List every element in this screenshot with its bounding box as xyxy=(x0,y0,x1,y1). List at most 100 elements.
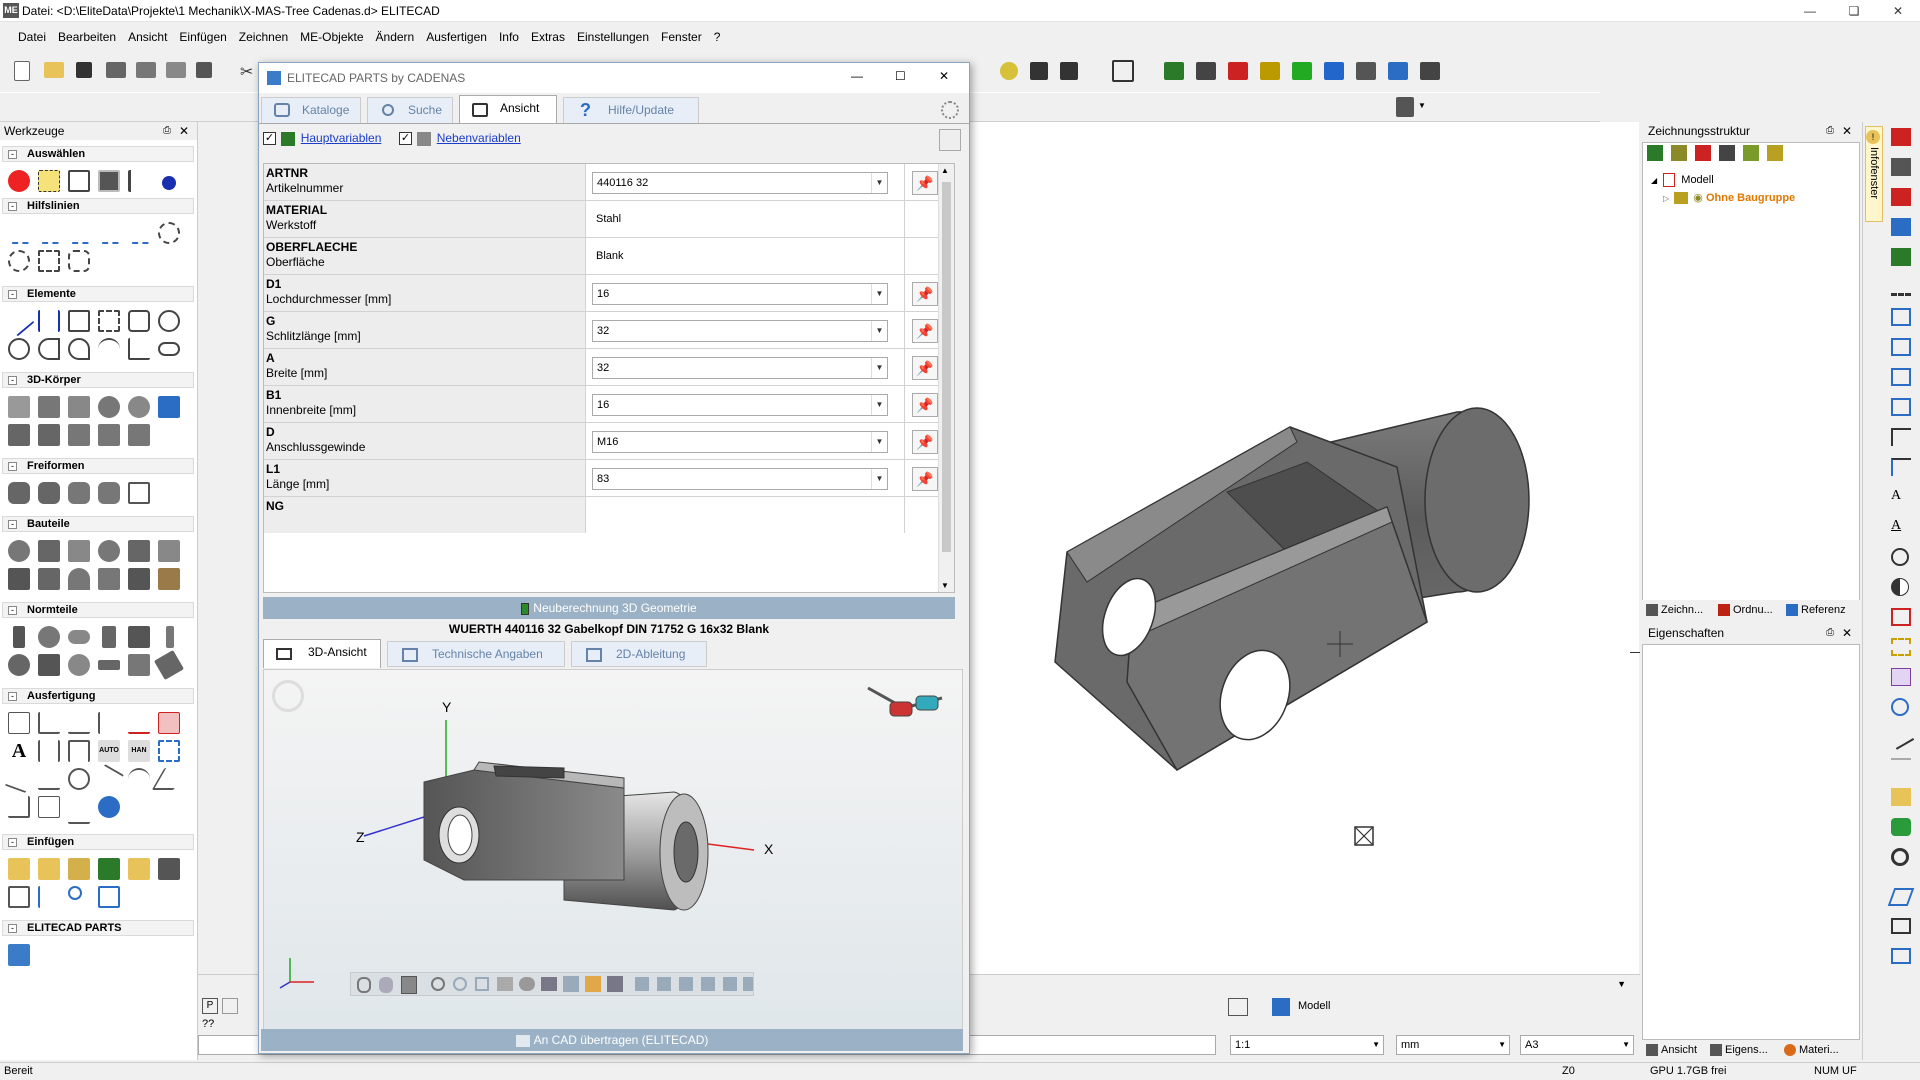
tab-ordnu[interactable]: Ordnu... xyxy=(1718,604,1773,617)
side-tool-icon-4[interactable] xyxy=(1891,218,1911,236)
menu-einfuegen[interactable]: Einfügen xyxy=(173,26,232,48)
insert-icon-4[interactable] xyxy=(98,858,120,880)
section-einfuegen[interactable]: - Einfügen xyxy=(2,834,194,850)
close-icon[interactable]: ✕ xyxy=(179,122,189,140)
scroll-up-icon[interactable]: ▲ xyxy=(941,166,949,175)
side-tool-icon-9[interactable] xyxy=(1891,368,1911,386)
menu-ansicht[interactable]: Ansicht xyxy=(122,26,173,48)
freeform-icon-3[interactable] xyxy=(68,482,90,504)
pin-icon[interactable]: 📌 xyxy=(912,430,938,454)
settings-gear-icon[interactable] xyxy=(941,101,959,119)
layout-icon[interactable] xyxy=(1228,998,1248,1016)
table-scrollbar[interactable]: ▲ ▼ xyxy=(938,164,954,592)
profile-icon[interactable] xyxy=(128,626,150,648)
view-shaded-icon[interactable] xyxy=(379,977,393,993)
view-iso-icon[interactable] xyxy=(743,977,753,991)
menu-fenster[interactable]: Fenster xyxy=(655,26,708,48)
minimize-button[interactable]: — xyxy=(1788,0,1832,22)
pipe-icon[interactable] xyxy=(128,654,150,676)
side-tool-icon-14[interactable] xyxy=(1891,638,1911,656)
helpline-icon-8[interactable] xyxy=(68,250,90,272)
ellipse-icon[interactable] xyxy=(158,342,180,356)
component-icon-2[interactable] xyxy=(38,540,60,562)
recalc-button[interactable]: Neuberechnung 3D Geometrie xyxy=(263,597,955,619)
circle-icon[interactable] xyxy=(158,310,180,332)
unit-select[interactable]: mm ▼ xyxy=(1396,1035,1510,1055)
g-select[interactable]: 32 ▼ xyxy=(592,320,888,342)
helpline-circle-icon[interactable] xyxy=(158,222,180,244)
menu-help[interactable]: ? xyxy=(708,26,727,48)
bolt-icon[interactable] xyxy=(13,626,25,648)
arc-3pt-icon[interactable] xyxy=(68,338,90,360)
d1-select[interactable]: 16 ▼ xyxy=(592,283,888,305)
insert-icon-9[interactable] xyxy=(98,886,120,908)
rectangle-points-icon[interactable] xyxy=(98,310,120,332)
cad-viewport[interactable] xyxy=(967,122,1639,974)
boolean-icon[interactable] xyxy=(158,396,180,418)
section-auswaehlen[interactable]: - Auswählen xyxy=(2,146,194,162)
insert-icon-8[interactable] xyxy=(38,886,60,908)
side-contrast-icon[interactable] xyxy=(1891,578,1909,596)
arc-tangent-icon[interactable] xyxy=(98,338,120,360)
pin-icon[interactable]: 📌 xyxy=(912,319,938,343)
snap-point-icon[interactable] xyxy=(1060,62,1078,80)
transfer-to-cad-button[interactable]: An CAD übertragen (ELITECAD) xyxy=(261,1029,963,1051)
section-ausfertigung[interactable]: - Ausfertigung xyxy=(2,688,194,704)
pin-icon[interactable]: 📌 xyxy=(912,171,938,195)
tree-tool-icon-1[interactable] xyxy=(1647,145,1663,161)
layer-icon-5[interactable] xyxy=(1292,62,1312,80)
circle-center-icon[interactable] xyxy=(8,338,30,360)
washer-icon[interactable] xyxy=(68,630,90,644)
3d-op-icon-2[interactable] xyxy=(38,424,60,446)
zoom-icon[interactable] xyxy=(431,977,445,991)
chevron-down-icon[interactable]: ▼ xyxy=(1617,979,1626,989)
dim-icon-4[interactable] xyxy=(98,712,120,734)
sphere-icon[interactable] xyxy=(98,396,120,418)
menu-zeichnen[interactable]: Zeichnen xyxy=(233,26,294,48)
dim-elevation-icon[interactable] xyxy=(38,768,60,790)
layer-icon-9[interactable] xyxy=(1420,62,1440,80)
menu-bearbeiten[interactable]: Bearbeiten xyxy=(52,26,122,48)
select-window-icon[interactable] xyxy=(38,170,60,192)
tbeam-icon[interactable] xyxy=(98,660,120,670)
helpline-icon-4[interactable] xyxy=(98,222,120,244)
select-filter-icon[interactable] xyxy=(128,170,150,192)
side-tool-icon-21[interactable] xyxy=(1891,848,1909,866)
side-tool-icon-3[interactable] xyxy=(1891,188,1911,206)
menu-extras[interactable]: Extras xyxy=(525,26,571,48)
component-icon-11[interactable] xyxy=(158,568,180,590)
side-tool-icon-12[interactable] xyxy=(1891,458,1911,476)
pin-part-icon[interactable] xyxy=(102,626,116,648)
component-icon-3[interactable] xyxy=(68,540,90,562)
view-right-icon[interactable] xyxy=(701,977,715,991)
layer-icon-6[interactable] xyxy=(1324,62,1344,80)
dim-frame-icon[interactable] xyxy=(158,740,180,762)
open-file-icon[interactable] xyxy=(44,62,64,78)
side-tool-icon-24[interactable] xyxy=(1891,948,1911,964)
tab-technische-angaben[interactable]: Technische Angaben xyxy=(387,641,565,667)
layer-icon-1[interactable] xyxy=(1164,62,1184,80)
dim-icon-6[interactable] xyxy=(158,712,180,734)
print-preview-icon[interactable] xyxy=(136,62,156,78)
3d-op-icon-4[interactable] xyxy=(98,424,120,446)
han-dim-icon[interactable]: HAN xyxy=(128,740,150,762)
tab-materi[interactable]: Materi... xyxy=(1784,1044,1839,1057)
pin-icon[interactable]: ⎙ xyxy=(1826,624,1834,642)
layer-icon-7[interactable] xyxy=(1356,62,1376,80)
insert-icon-7[interactable] xyxy=(8,886,30,908)
close-button[interactable]: ✕ xyxy=(1876,0,1920,22)
rectangle-icon[interactable] xyxy=(68,310,90,332)
dim-icon-1[interactable] xyxy=(8,712,30,734)
text-tool-icon[interactable]: A xyxy=(8,740,30,762)
freeform-icon-2[interactable] xyxy=(38,482,60,504)
scale-select[interactable]: 1:1 ▼ xyxy=(1230,1035,1384,1055)
side-tool-icon-6[interactable] xyxy=(1891,278,1911,296)
explode-icon[interactable] xyxy=(607,976,623,992)
dim-angle2-icon[interactable] xyxy=(151,768,187,790)
view-cylinder-icon[interactable] xyxy=(357,977,371,993)
view-top-icon[interactable] xyxy=(723,977,737,991)
menu-einstellungen[interactable]: Einstellungen xyxy=(571,26,655,48)
menu-aendern[interactable]: Ändern xyxy=(370,26,421,48)
section-bauteile[interactable]: - Bauteile xyxy=(2,516,194,532)
helpline-icon-6[interactable] xyxy=(8,250,30,272)
